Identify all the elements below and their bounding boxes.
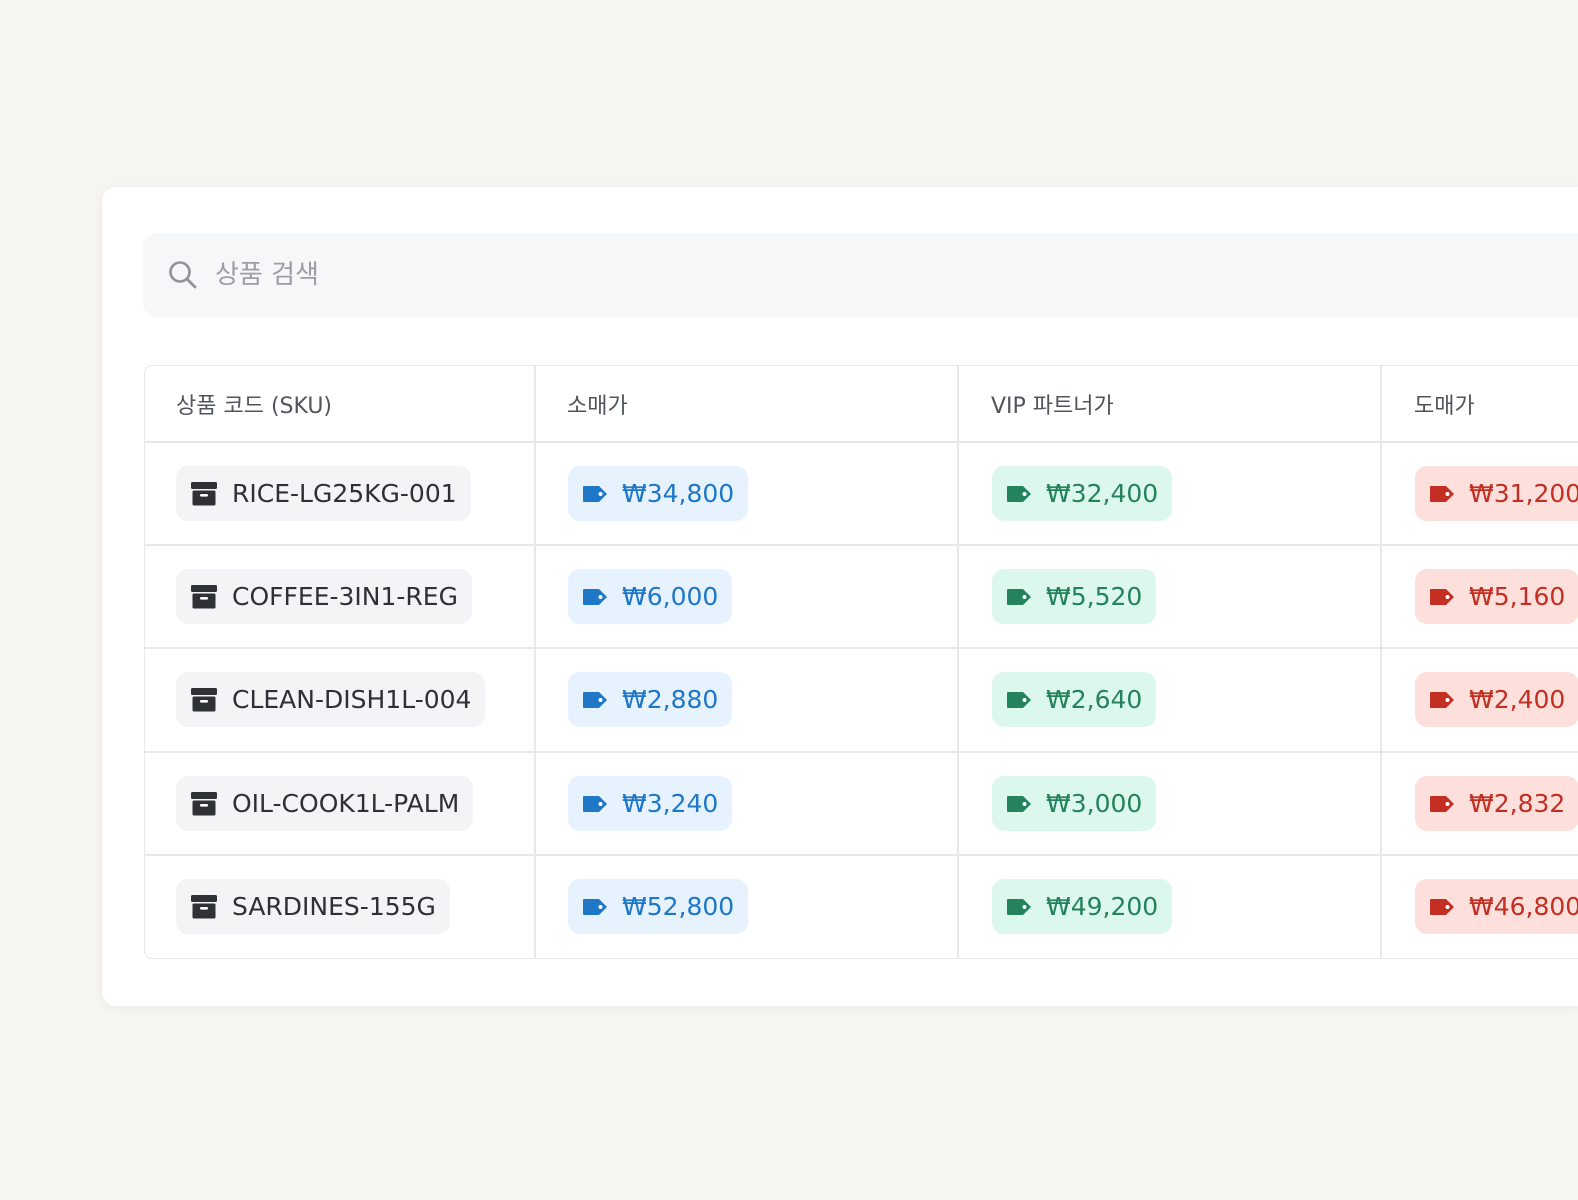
retail-price: ₩34,800: [622, 479, 735, 508]
sku-chip[interactable]: OIL-COOK1L-PALM: [176, 776, 474, 831]
search-bar[interactable]: [143, 233, 1578, 317]
wholesale-price: ₩2,400: [1469, 685, 1566, 714]
price-tag-icon: [583, 691, 607, 708]
retail-price-chip: ₩3,240: [568, 776, 733, 831]
vip-price: ₩2,640: [1046, 685, 1143, 714]
wholesale-price-chip: ₩46,800: [1415, 879, 1578, 934]
search-icon: [169, 261, 197, 289]
price-tag-icon: [583, 795, 607, 812]
sku-chip[interactable]: SARDINES-155G: [176, 879, 450, 934]
wholesale-price-chip: ₩2,832: [1415, 776, 1578, 831]
archive-box-icon: [191, 791, 217, 815]
vip-price: ₩3,000: [1046, 789, 1143, 818]
retail-price: ₩2,880: [622, 685, 719, 714]
sku-chip[interactable]: COFFEE-3IN1-REG: [176, 569, 472, 624]
price-tag-icon: [1007, 795, 1031, 812]
column-header-retail[interactable]: 소매가: [567, 388, 628, 420]
wholesale-price: ₩31,200: [1469, 479, 1578, 508]
price-tag-icon: [1430, 795, 1454, 812]
sku-code: OIL-COOK1L-PALM: [232, 789, 460, 818]
retail-price-chip: ₩2,880: [568, 672, 733, 727]
retail-price: ₩52,800: [622, 892, 735, 921]
price-tag-icon: [1430, 691, 1454, 708]
wholesale-price-chip: ₩31,200: [1415, 466, 1578, 521]
retail-price: ₩3,240: [622, 789, 719, 818]
vip-price: ₩5,520: [1046, 582, 1143, 611]
price-tag-icon: [583, 485, 607, 502]
vip-price: ₩32,400: [1046, 479, 1159, 508]
archive-box-icon: [191, 481, 217, 505]
archive-box-icon: [191, 894, 217, 918]
price-tag-icon: [583, 898, 607, 915]
archive-box-icon: [191, 687, 217, 711]
sku-chip[interactable]: CLEAN-DISH1L-004: [176, 672, 486, 727]
retail-price-chip: ₩52,800: [568, 879, 749, 934]
price-list-card: 상품 코드 (SKU) 소매가 VIP 파트너가 도매가 RICE-LG25KG…: [102, 187, 1578, 1006]
column-header-sku[interactable]: 상품 코드 (SKU): [176, 388, 332, 420]
column-header-vip[interactable]: VIP 파트너가: [991, 388, 1114, 420]
sku-code: COFFEE-3IN1-REG: [232, 582, 458, 611]
price-tag-icon: [1430, 485, 1454, 502]
wholesale-price-chip: ₩5,160: [1415, 569, 1578, 624]
vip-price-chip: ₩3,000: [992, 776, 1157, 831]
price-tag-icon: [583, 588, 607, 605]
column-header-wholesale[interactable]: 도매가: [1414, 388, 1475, 420]
price-tag-icon: [1007, 485, 1031, 502]
price-tag-icon: [1007, 588, 1031, 605]
wholesale-price: ₩5,160: [1469, 582, 1566, 611]
vip-price-chip: ₩2,640: [992, 672, 1157, 727]
price-tag-icon: [1430, 898, 1454, 915]
retail-price-chip: ₩6,000: [568, 569, 733, 624]
search-input[interactable]: [215, 251, 1115, 299]
wholesale-price-chip: ₩2,400: [1415, 672, 1578, 727]
archive-box-icon: [191, 584, 217, 608]
wholesale-price: ₩2,832: [1469, 789, 1566, 818]
vip-price-chip: ₩5,520: [992, 569, 1157, 624]
price-tag-icon: [1007, 898, 1031, 915]
sku-code: CLEAN-DISH1L-004: [232, 685, 472, 714]
sku-code: RICE-LG25KG-001: [232, 479, 457, 508]
sku-code: SARDINES-155G: [232, 892, 436, 921]
vip-price-chip: ₩49,200: [992, 879, 1173, 934]
retail-price-chip: ₩34,800: [568, 466, 749, 521]
vip-price: ₩49,200: [1046, 892, 1159, 921]
vip-price-chip: ₩32,400: [992, 466, 1173, 521]
price-tag-icon: [1430, 588, 1454, 605]
price-table: 상품 코드 (SKU) 소매가 VIP 파트너가 도매가 RICE-LG25KG…: [144, 365, 1578, 959]
sku-chip[interactable]: RICE-LG25KG-001: [176, 466, 471, 521]
price-tag-icon: [1007, 691, 1031, 708]
retail-price: ₩6,000: [622, 582, 719, 611]
wholesale-price: ₩46,800: [1469, 892, 1578, 921]
